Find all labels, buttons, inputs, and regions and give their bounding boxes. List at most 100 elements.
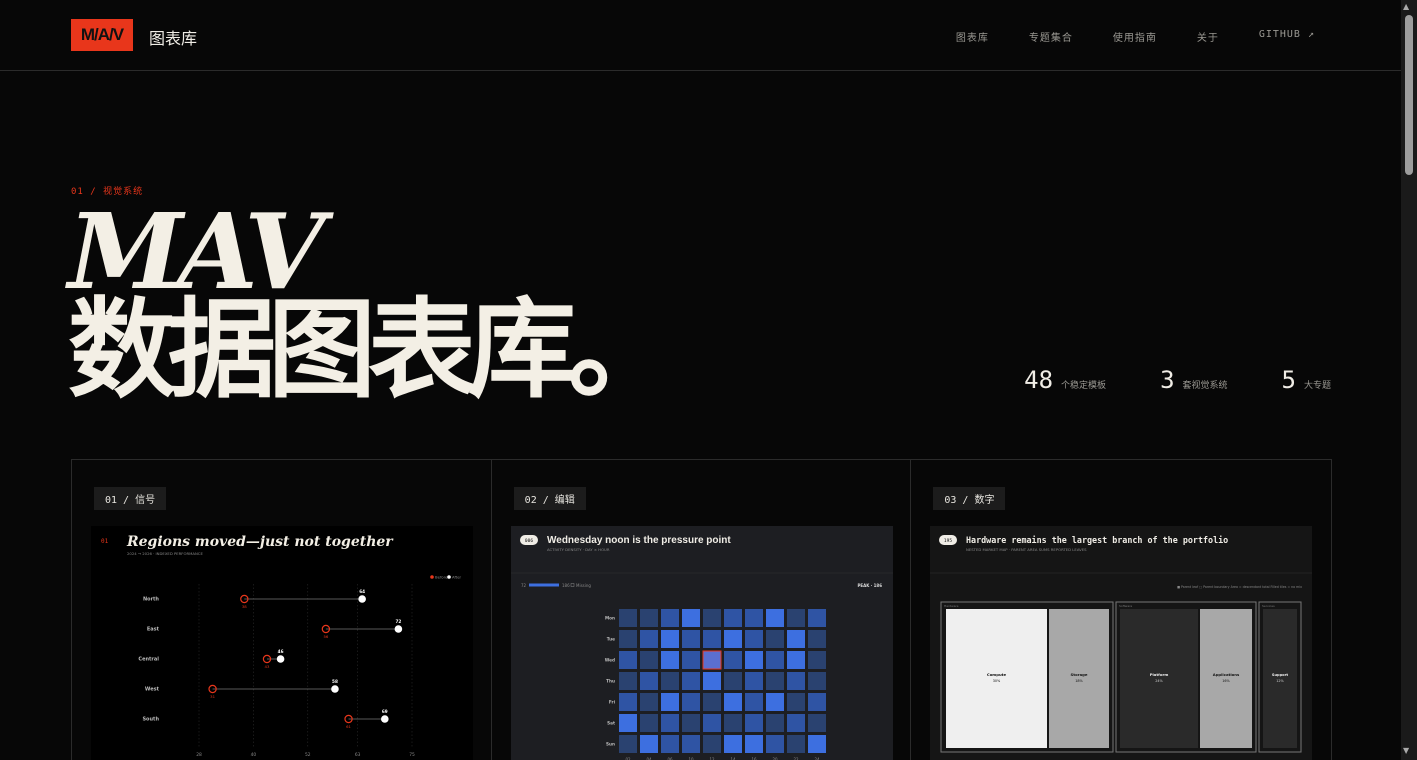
heatmap-cell <box>660 609 679 627</box>
heatmap-cell <box>744 651 763 669</box>
heatmap-cell <box>639 693 658 711</box>
chart-subtitle: ACTIVITY DENSITY · DAY × HOUR <box>547 547 610 552</box>
heatmap-cell <box>765 714 784 732</box>
card-tag: 02 / 编辑 <box>513 487 586 510</box>
heatmap-cell <box>681 609 700 627</box>
card-preview[interactable]: 01 Regions moved—just not together 2024 … <box>91 526 473 760</box>
heatmap-cells: MonTueWedThuFriSatSun02 04 06 10 12 14 16 20 22 2… <box>604 609 826 760</box>
after-label: 58 <box>332 679 338 684</box>
heatmap-cell <box>786 693 805 711</box>
row-label: North <box>143 597 159 603</box>
heatmap-cell <box>639 714 658 732</box>
nav-charts[interactable]: 图表库 <box>956 29 989 44</box>
brand-name[interactable]: 图表库 <box>149 25 197 49</box>
card-tag: 03 / 数字 <box>933 487 1006 510</box>
nav-github[interactable]: GITHUB ↗ <box>1259 29 1315 44</box>
scrollbar-thumb[interactable] <box>1405 15 1413 175</box>
heatmap-cell <box>786 651 805 669</box>
treemap-chart: 195 Hardware remains the largest branch … <box>930 535 1313 753</box>
heatmap-cell <box>660 651 679 669</box>
heatmap-cell <box>723 630 742 648</box>
row-label: West <box>145 687 160 693</box>
heatmap-cell <box>681 735 700 753</box>
stats-row: 48 个稳定模板 3 套视觉系统 5 大专题 <box>1024 366 1331 394</box>
tile-label: Applications <box>1213 672 1240 677</box>
tile-label: Compute <box>987 672 1007 677</box>
heatmap-cell <box>618 735 637 753</box>
x-tick-label: 63 <box>355 752 361 758</box>
heatmap-cell <box>744 693 763 711</box>
card-preview[interactable]: 195 Hardware remains the largest branch … <box>930 526 1313 760</box>
heatmap-cell <box>744 672 763 690</box>
after-label: 72 <box>395 619 401 624</box>
top-bar: M/A/V 图表库 图表库 专题集合 使用指南 关于 GITHUB ↗ <box>0 0 1401 71</box>
card-editorial[interactable]: 02 / 编辑 006 Wednesday noon is the pressu… <box>492 460 912 760</box>
stat-systems: 3 套视觉系统 <box>1160 366 1228 394</box>
scroll-up-icon[interactable]: ▲ <box>1403 2 1409 11</box>
legend-after-swatch <box>447 575 451 579</box>
legend-ramp <box>528 583 559 587</box>
scroll-down-icon[interactable]: ▼ <box>1403 746 1409 755</box>
after-label: 64 <box>359 589 365 594</box>
heatmap-cell <box>618 630 637 648</box>
tile-value: 18% <box>1076 679 1084 683</box>
x-tick-label: 75 <box>409 752 415 758</box>
after-point <box>381 715 389 723</box>
nav-guide[interactable]: 使用指南 <box>1113 29 1157 44</box>
card-badge: 195 <box>944 538 952 544</box>
heatmap-cell <box>702 693 721 711</box>
card-tag: 01 / 信号 <box>94 487 167 510</box>
heatmap-cell <box>639 651 658 669</box>
nav-collections[interactable]: 专题集合 <box>1029 29 1073 44</box>
heatmap-cell <box>765 651 784 669</box>
heatmap-cell <box>786 672 805 690</box>
before-label: 31 <box>210 694 215 699</box>
heatmap-cell <box>639 609 658 627</box>
heatmap-cell <box>807 735 826 753</box>
tile-value: 12% <box>1277 679 1285 683</box>
heatmap-cell <box>618 693 637 711</box>
row-label: Fri <box>609 700 616 705</box>
heatmap-cell <box>702 650 722 670</box>
after-label: 46 <box>278 649 284 654</box>
group-label: Services <box>1262 604 1275 608</box>
group-label: Software <box>1119 604 1132 608</box>
heatmap-cell <box>639 672 658 690</box>
heatmap-cell <box>618 672 637 690</box>
tile-label: Storage <box>1071 672 1088 677</box>
heatmap-cell <box>807 651 826 669</box>
logo[interactable]: M/A/V <box>71 19 133 51</box>
heatmap-cell <box>702 714 721 732</box>
nav-about[interactable]: 关于 <box>1197 29 1219 44</box>
card-preview[interactable]: 006 Wednesday noon is the pressure point… <box>510 526 893 760</box>
heatmap-cell <box>744 735 763 753</box>
card-signal[interactable]: 01 / 信号 01 Regions moved—just not togeth… <box>72 460 492 760</box>
card-badge: 006 <box>525 538 533 544</box>
heatmap-cell <box>618 609 637 627</box>
hero-title-cn: 数据图表库。 <box>68 287 676 413</box>
group-label: Hardware <box>944 604 959 608</box>
template-cards: 01 / 信号 01 Regions moved—just not togeth… <box>71 459 1332 760</box>
tile-label: Support <box>1272 673 1289 677</box>
heatmap-cell <box>807 693 826 711</box>
x-tick-label: 52 <box>305 752 311 758</box>
row-label: South <box>142 717 159 723</box>
chart-subtitle: 2024 → 2026 · INDEXED PERFORMANCE <box>127 551 203 556</box>
stat-topics: 5 大专题 <box>1281 366 1331 394</box>
heatmap-cell <box>807 609 826 627</box>
heatmap-cell <box>765 735 784 753</box>
heatmap-cell <box>765 630 784 648</box>
heatmap-cell <box>639 630 658 648</box>
card-digital[interactable]: 03 / 数字 195 Hardware remains the largest… <box>911 460 1331 760</box>
grid: 28 40 52 63 75 <box>196 584 415 758</box>
legend-min: 72 <box>521 583 527 588</box>
heatmap-cell <box>660 630 679 648</box>
chart-title: Hardware remains the largest branch of t… <box>966 535 1228 545</box>
row-label: Tue <box>606 637 614 642</box>
heatmap-cell <box>660 693 679 711</box>
row-label: Sun <box>606 742 615 747</box>
heatmap-cell <box>744 630 763 648</box>
dumbbell-chart: 01 Regions moved—just not together 2024 … <box>101 534 462 758</box>
chart-title: Wednesday noon is the pressure point <box>547 535 731 546</box>
before-label: 43 <box>265 664 270 669</box>
